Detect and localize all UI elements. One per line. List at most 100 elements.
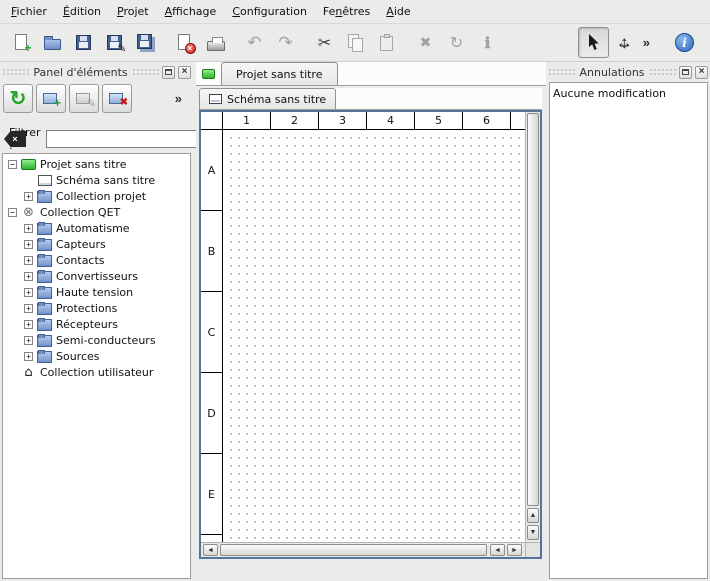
schema-canvas[interactable] — [224, 131, 525, 542]
horizontal-scrollbar[interactable] — [201, 542, 525, 557]
info-icon — [477, 32, 499, 54]
delete-button[interactable] — [410, 27, 441, 58]
scroll-down-button[interactable] — [527, 525, 539, 540]
tree-expander[interactable]: + — [24, 272, 33, 281]
column-header: 2 — [271, 112, 319, 129]
float-icon — [682, 69, 689, 75]
print-icon — [205, 32, 227, 54]
column-header: 3 — [319, 112, 367, 129]
new-document-button[interactable] — [6, 27, 37, 58]
close-panel-button[interactable] — [695, 66, 708, 79]
redo-button[interactable] — [270, 27, 301, 58]
tree-expander[interactable]: + — [24, 304, 33, 313]
select-tool-button[interactable] — [578, 27, 609, 58]
cut-button[interactable] — [309, 27, 340, 58]
print-button[interactable] — [200, 27, 231, 58]
move-tool-button[interactable] — [609, 27, 640, 58]
menubar: Fichier Édition Projet Affichage Configu… — [0, 0, 710, 24]
toolbar-separator — [231, 24, 239, 61]
dock-handle[interactable] — [132, 68, 159, 76]
schema-view[interactable]: 123456 ABCDE — [199, 110, 542, 559]
tree-item[interactable]: +Semi-conducteurs — [3, 332, 190, 348]
delete-element-button[interactable] — [102, 84, 132, 113]
tree-item[interactable]: Schéma sans titre — [3, 172, 190, 188]
tree-item[interactable]: −Collection QET — [3, 204, 190, 220]
folder-icon — [37, 350, 52, 363]
about-button[interactable] — [669, 27, 700, 58]
vertical-scrollbar[interactable] — [525, 112, 540, 542]
menu-aide[interactable]: Aide — [378, 1, 418, 22]
save-icon — [73, 32, 95, 54]
tree-item[interactable]: +Collection projet — [3, 188, 190, 204]
tree-item[interactable]: Collection utilisateur — [3, 364, 190, 380]
toolbar-overflow-button[interactable]: » — [640, 35, 653, 50]
menu-fenetres[interactable]: Fenêtres — [315, 1, 378, 22]
tree-expander[interactable]: + — [24, 192, 33, 201]
paste-button[interactable] — [371, 27, 402, 58]
vscroll-thumb[interactable] — [527, 113, 539, 506]
tree-item[interactable]: +Contacts — [3, 252, 190, 268]
float-panel-button[interactable] — [679, 66, 692, 79]
menu-configuration[interactable]: Configuration — [224, 1, 315, 22]
panel-overflow-button[interactable]: » — [172, 91, 185, 106]
elements-panel-titlebar[interactable]: Panel d'éléments — [2, 64, 191, 80]
close-panel-button[interactable] — [178, 66, 191, 79]
reload-collections-button[interactable] — [3, 84, 33, 113]
tree-item[interactable]: +Protections — [3, 300, 190, 316]
menu-fichier[interactable]: Fichier — [3, 1, 55, 22]
tree-expander[interactable]: + — [24, 224, 33, 233]
tree-expander[interactable]: − — [8, 160, 17, 169]
tree-item[interactable]: + Convertisseurs — [3, 268, 190, 284]
hscroll-thumb[interactable] — [220, 544, 487, 556]
schema-tab-label: Schéma sans titre — [227, 93, 326, 106]
tree-expander[interactable]: + — [24, 352, 33, 361]
dock-handle[interactable] — [2, 68, 29, 76]
dock-handle[interactable] — [548, 68, 575, 76]
tree-item-label: Convertisseurs — [56, 270, 138, 283]
tree-expander[interactable]: + — [24, 256, 33, 265]
tree-expander[interactable]: + — [24, 288, 33, 297]
element-tree[interactable]: −Projet sans titreSchéma sans titre+Coll… — [2, 153, 191, 579]
tree-item[interactable]: +Récepteurs — [3, 316, 190, 332]
open-project-button[interactable] — [37, 27, 68, 58]
menu-edition[interactable]: Édition — [55, 1, 109, 22]
project-tabbar: Projet sans titre — [196, 62, 546, 86]
menu-affichage[interactable]: Affichage — [157, 1, 225, 22]
undo-panel-titlebar[interactable]: Annulations — [548, 64, 708, 80]
tab-project[interactable]: Projet sans titre — [221, 62, 338, 85]
scroll-right-button[interactable] — [507, 544, 522, 556]
scroll-left-button[interactable] — [203, 544, 218, 556]
undo-button[interactable] — [239, 27, 270, 58]
new-element-icon — [40, 87, 62, 109]
tree-item[interactable]: +Sources — [3, 348, 190, 364]
move-arrows-icon — [614, 33, 634, 53]
rotate-button[interactable] — [441, 27, 472, 58]
scroll-up-button[interactable] — [527, 508, 539, 523]
copy-button[interactable] — [340, 27, 371, 58]
save-button[interactable] — [68, 27, 99, 58]
float-panel-button[interactable] — [162, 66, 175, 79]
save-all-button[interactable] — [130, 27, 161, 58]
close-file-button[interactable] — [169, 27, 200, 58]
tree-expander[interactable]: + — [24, 240, 33, 249]
tree-item[interactable]: +Haute tension — [3, 284, 190, 300]
tree-expander-spacer — [24, 176, 33, 185]
tab-schema[interactable]: Schéma sans titre — [199, 88, 336, 109]
tree-expander[interactable]: + — [24, 336, 33, 345]
filter-input[interactable] — [46, 130, 199, 148]
menu-projet[interactable]: Projet — [109, 1, 157, 22]
row-header: C — [201, 292, 222, 373]
tree-item[interactable]: +Automatisme — [3, 220, 190, 236]
project-icon — [202, 69, 215, 79]
dock-handle[interactable] — [649, 68, 676, 76]
edit-element-button[interactable] — [69, 84, 99, 113]
tree-item[interactable]: −Projet sans titre — [3, 156, 190, 172]
tree-item[interactable]: +Capteurs — [3, 236, 190, 252]
save-as-button[interactable] — [99, 27, 130, 58]
tree-expander[interactable]: − — [8, 208, 17, 217]
tree-expander[interactable]: + — [24, 320, 33, 329]
new-element-button[interactable] — [36, 84, 66, 113]
undo-list[interactable]: Aucune modification — [549, 82, 708, 579]
scroll-left-button-2[interactable] — [490, 544, 505, 556]
element-info-button[interactable] — [472, 27, 503, 58]
